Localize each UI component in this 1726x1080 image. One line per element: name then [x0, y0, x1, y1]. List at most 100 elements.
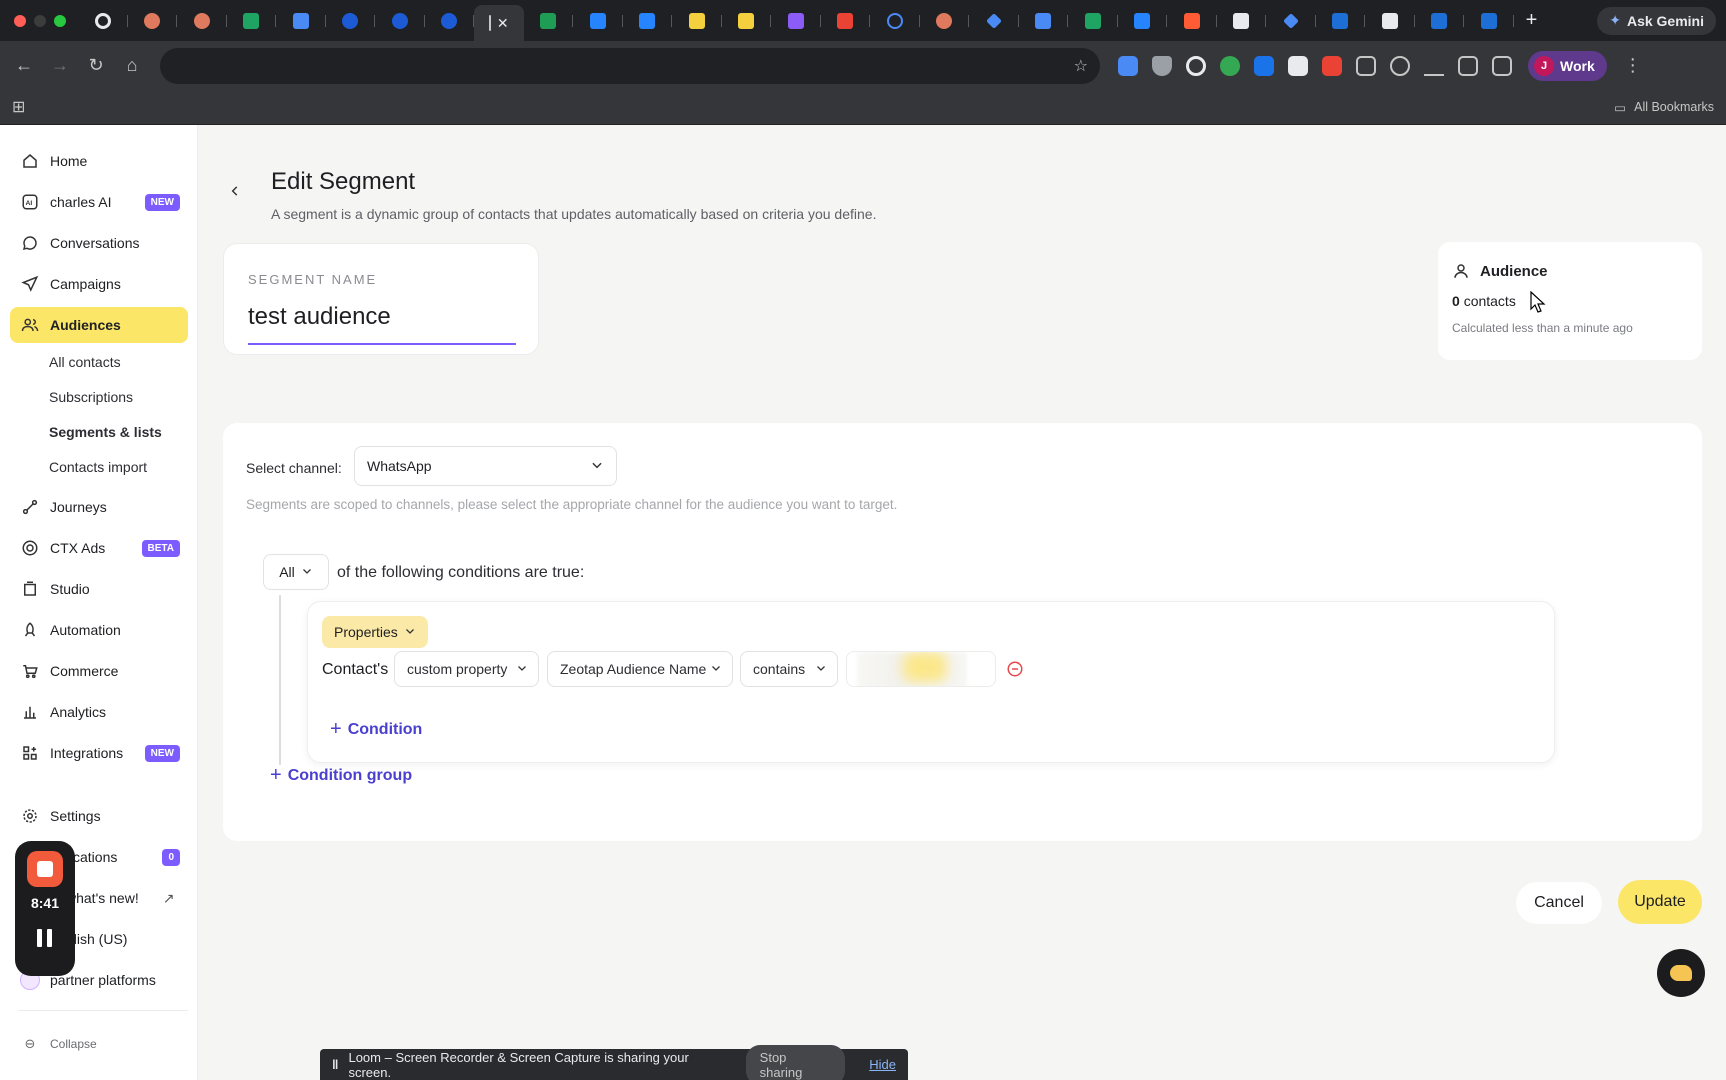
shield-icon[interactable] [1152, 55, 1172, 76]
forward-arrow-icon[interactable]: → [42, 48, 78, 84]
sidebar-collapse-button[interactable]: ⊖ Collapse [10, 1026, 188, 1062]
sidebar-subitem-segments-lists[interactable]: Segments & lists [49, 424, 162, 440]
new-tab-button[interactable]: + [1514, 9, 1550, 32]
active-browser-tab[interactable]: ✕ [474, 5, 524, 41]
extension-icon[interactable] [1220, 55, 1240, 76]
screenshot-icon[interactable] [1458, 55, 1478, 76]
home-icon[interactable]: ⌂ [114, 48, 150, 84]
profile-chip[interactable]: J Work [1528, 50, 1607, 81]
bookmark-star-icon[interactable]: ☆ [1074, 56, 1088, 76]
sidebar-item-audiences[interactable]: Audiences [10, 307, 188, 343]
close-tab-icon[interactable]: ✕ [497, 15, 509, 32]
browser-tab[interactable] [623, 6, 672, 36]
back-chevron-icon[interactable] [221, 177, 249, 205]
sidebar-item-label: Audiences [50, 317, 121, 333]
chat-assistant-button[interactable] [1657, 949, 1705, 997]
segment-name-input[interactable]: test audience [248, 303, 391, 331]
browser-tab[interactable] [1068, 6, 1118, 36]
history-icon[interactable] [1390, 55, 1410, 76]
puzzle-icon[interactable] [1356, 55, 1376, 76]
analytics-icon [20, 702, 40, 722]
apps-grid-icon[interactable]: ⊞ [12, 97, 25, 117]
extension-icon[interactable] [1288, 55, 1308, 76]
browser-tab[interactable] [920, 6, 969, 36]
sidebar-item-automation[interactable]: Automation [10, 612, 188, 648]
browser-tab[interactable] [1415, 6, 1464, 36]
sidebar-item-integrations[interactable]: Integrations NEW [10, 735, 188, 771]
stop-recording-button[interactable] [27, 851, 63, 887]
browser-tab[interactable] [573, 6, 623, 36]
browser-tab[interactable] [1365, 6, 1415, 36]
channel-select[interactable]: WhatsApp [354, 446, 617, 486]
browser-tab[interactable] [78, 6, 128, 36]
condition-value-input[interactable] [846, 651, 996, 687]
browser-tab[interactable] [672, 6, 722, 36]
browser-tab[interactable] [425, 6, 474, 36]
browser-tab[interactable] [524, 6, 573, 36]
browser-tab[interactable] [771, 6, 821, 36]
sidebar-subitem-subscriptions[interactable]: Subscriptions [49, 389, 133, 405]
browser-tab[interactable] [969, 6, 1019, 36]
update-button[interactable]: Update [1618, 880, 1702, 924]
stop-sharing-button[interactable]: Stop sharing [745, 1044, 846, 1080]
browser-tab[interactable] [1019, 6, 1068, 36]
sidebar-item-analytics[interactable]: Analytics [10, 694, 188, 730]
sidebar-subitem-contacts-import[interactable]: Contacts import [49, 459, 147, 475]
extension-icon[interactable] [1322, 55, 1342, 76]
property-name-dropdown[interactable]: Zeotap Audience Name [547, 651, 733, 687]
back-arrow-icon[interactable]: ← [6, 48, 42, 84]
gear-icon [20, 806, 40, 826]
drag-handle-icon[interactable]: ‖ [332, 1057, 338, 1072]
all-bookmarks-button[interactable]: ▭ All Bookmarks [1614, 100, 1714, 115]
browser-tab[interactable] [1266, 6, 1316, 36]
sidebar-item-charles-ai[interactable]: AI charles AI NEW [10, 184, 188, 220]
extension-icon[interactable] [1118, 55, 1138, 76]
sidebar-item-label: Studio [50, 581, 90, 597]
download-icon[interactable] [1424, 56, 1444, 76]
sidebar-item-settings[interactable]: Settings [10, 798, 188, 834]
browser-tab[interactable] [128, 6, 177, 36]
remove-condition-icon[interactable] [1006, 660, 1024, 678]
browser-tab[interactable] [1316, 6, 1365, 36]
pause-recording-button[interactable] [37, 929, 53, 949]
sidebar-item-conversations[interactable]: Conversations [10, 225, 188, 261]
reading-mode-icon[interactable] [1492, 55, 1512, 76]
add-condition-group-button[interactable]: + Condition group [270, 764, 412, 787]
cancel-button[interactable]: Cancel [1516, 882, 1602, 924]
property-type-dropdown[interactable]: custom property [394, 651, 539, 687]
condition-type-dropdown[interactable]: Properties [322, 616, 428, 648]
extension-icon[interactable] [1254, 55, 1274, 76]
browser-tab[interactable] [276, 6, 326, 36]
sidebar-item-commerce[interactable]: Commerce [10, 653, 188, 689]
browser-tab[interactable] [1217, 6, 1266, 36]
reload-icon[interactable]: ↻ [78, 48, 114, 84]
ask-gemini-button[interactable]: ✦ Ask Gemini [1597, 6, 1716, 35]
close-window-button[interactable] [14, 14, 26, 27]
address-bar[interactable]: ☆ [160, 47, 1100, 84]
match-type-select[interactable]: All [263, 554, 329, 590]
browser-tab[interactable] [1118, 6, 1167, 36]
add-condition-button[interactable]: + Condition [330, 718, 422, 741]
browser-tab[interactable] [177, 6, 227, 36]
browser-tab[interactable] [870, 6, 920, 36]
sidebar-item-ctx-ads[interactable]: CTX Ads BETA [10, 530, 188, 566]
browser-tab[interactable] [326, 6, 375, 36]
sidebar-item-home[interactable]: Home [10, 143, 188, 179]
kebab-menu-icon[interactable]: ⋮ [1615, 48, 1651, 84]
browser-tab[interactable] [375, 6, 425, 36]
operator-dropdown[interactable]: contains [740, 651, 838, 687]
browser-tab[interactable] [1167, 6, 1217, 36]
browser-tab[interactable] [722, 6, 771, 36]
maximize-window-button[interactable] [54, 14, 66, 27]
hide-sharing-bar-link[interactable]: Hide [869, 1057, 896, 1072]
sidebar-subitem-all-contacts[interactable]: All contacts [49, 354, 121, 370]
sidebar-item-studio[interactable]: Studio [10, 571, 188, 607]
sidebar-item-journeys[interactable]: Journeys [10, 489, 188, 525]
extension-icon[interactable] [1186, 55, 1206, 76]
minimize-window-button[interactable] [34, 14, 46, 27]
browser-tab[interactable] [1464, 6, 1514, 36]
page-subtitle: A segment is a dynamic group of contacts… [271, 206, 877, 222]
browser-tab[interactable] [227, 6, 276, 36]
sidebar-item-campaigns[interactable]: Campaigns [10, 266, 188, 302]
browser-tab[interactable] [821, 6, 870, 36]
